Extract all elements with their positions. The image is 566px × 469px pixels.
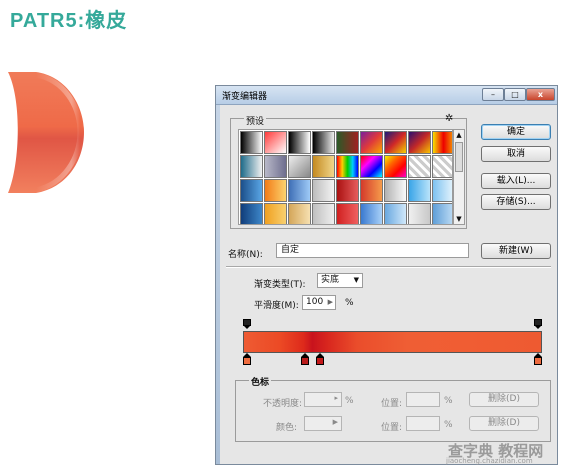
close-button[interactable]: x	[526, 88, 555, 101]
preset-swatch[interactable]	[408, 179, 431, 202]
opacity-label: 不透明度:	[263, 399, 303, 409]
opacity-field[interactable]: ▸	[304, 392, 342, 407]
preset-swatch[interactable]	[432, 155, 452, 178]
dialog-title: 渐变编辑器	[222, 92, 268, 102]
preset-swatch[interactable]	[288, 155, 311, 178]
preset-swatch[interactable]	[264, 203, 287, 224]
preset-swatch[interactable]	[360, 155, 383, 178]
new-button[interactable]: 新建(W)	[481, 243, 551, 259]
preset-swatch[interactable]	[384, 203, 407, 224]
preset-swatch[interactable]	[312, 179, 335, 202]
preset-swatch[interactable]	[360, 179, 383, 202]
preset-swatch[interactable]	[312, 131, 335, 154]
preset-swatch[interactable]	[360, 131, 383, 154]
preset-swatch[interactable]	[432, 131, 452, 154]
scroll-thumb[interactable]	[455, 142, 463, 172]
color-delete-button[interactable]: 删除(D)	[469, 416, 539, 431]
preset-swatch[interactable]	[264, 179, 287, 202]
preset-swatch[interactable]	[384, 179, 407, 202]
preset-swatch[interactable]	[312, 155, 335, 178]
preset-swatch[interactable]	[336, 131, 359, 154]
opacity-location-field[interactable]	[406, 392, 440, 407]
color-location-unit: %	[444, 420, 453, 430]
preset-swatch[interactable]	[264, 155, 287, 178]
preset-swatch[interactable]	[240, 155, 263, 178]
smoothness-unit: %	[345, 298, 354, 308]
watermark-url: jiaocheng.chazidian.com	[446, 457, 533, 465]
gradient-editor-dialog: 渐变编辑器 – □ x 预设 ✲ ▲ ▼ 确定 取消 载入(L)... 存储(S…	[215, 85, 558, 465]
preset-swatch[interactable]	[384, 131, 407, 154]
color-location-label: 位置:	[381, 423, 403, 433]
preset-swatch[interactable]	[408, 131, 431, 154]
preset-swatch[interactable]	[312, 203, 335, 224]
minimize-button[interactable]: –	[482, 88, 504, 101]
name-label: 名称(N):	[228, 250, 263, 260]
scroll-up-icon[interactable]: ▲	[454, 130, 464, 140]
preset-swatch[interactable]	[432, 179, 452, 202]
load-button[interactable]: 载入(L)...	[481, 173, 551, 189]
save-button[interactable]: 存储(S)...	[481, 194, 551, 210]
title-bar[interactable]: 渐变编辑器 – □ x	[216, 86, 557, 105]
divider	[226, 266, 551, 268]
color-stop[interactable]	[243, 353, 251, 366]
preset-swatch[interactable]	[336, 155, 359, 178]
color-swatch[interactable]: ▶	[304, 416, 342, 431]
color-stop[interactable]	[534, 353, 542, 366]
opacity-unit: %	[345, 396, 354, 406]
color-location-field[interactable]	[406, 416, 440, 431]
slider-arrow-icon[interactable]: ▶	[328, 296, 333, 309]
gradient-type-value: 实底	[321, 275, 340, 285]
preset-swatch[interactable]	[336, 203, 359, 224]
chevron-down-icon: ▼	[353, 276, 359, 284]
gradient-type-select[interactable]: 实底 ▼	[317, 273, 363, 288]
smoothness-label: 平滑度(M):	[254, 301, 299, 311]
opacity-delete-button[interactable]: 删除(D)	[469, 392, 539, 407]
preset-swatch[interactable]	[336, 179, 359, 202]
stops-label: 色标	[249, 375, 272, 388]
preset-swatch[interactable]	[384, 155, 407, 178]
color-stop-selected[interactable]	[301, 353, 310, 366]
color-stop[interactable]	[315, 353, 324, 366]
opacity-stop[interactable]	[243, 319, 251, 329]
preset-swatch[interactable]	[408, 155, 431, 178]
scroll-down-icon[interactable]: ▼	[454, 214, 464, 224]
preset-swatch[interactable]	[288, 131, 311, 154]
opacity-location-label: 位置:	[381, 399, 403, 409]
opacity-stop[interactable]	[534, 319, 542, 329]
opacity-arrow-icon[interactable]: ▸	[334, 394, 338, 402]
window-frame	[216, 105, 220, 464]
preset-swatch-grid	[238, 129, 453, 225]
preset-swatch[interactable]	[240, 179, 263, 202]
smoothness-value: 100	[306, 297, 324, 307]
gradient-type-label: 渐变类型(T):	[254, 280, 306, 290]
smoothness-field[interactable]: 100 ▶	[302, 295, 336, 310]
presets-label: 预设	[244, 114, 267, 127]
page-heading: PATR5:橡皮	[10, 10, 128, 32]
name-field[interactable]: 自定	[276, 243, 469, 258]
preset-swatch[interactable]	[432, 203, 452, 224]
preset-swatch[interactable]	[264, 131, 287, 154]
cancel-button[interactable]: 取消	[481, 146, 551, 162]
preset-swatch[interactable]	[240, 131, 263, 154]
maximize-button[interactable]: □	[504, 88, 526, 101]
opacity-location-unit: %	[444, 396, 453, 406]
color-arrow-icon[interactable]: ▶	[333, 418, 338, 426]
ok-button[interactable]: 确定	[481, 124, 551, 140]
gradient-preview-bar[interactable]	[243, 331, 542, 353]
preset-swatch[interactable]	[360, 203, 383, 224]
gear-icon[interactable]: ✲	[445, 114, 453, 124]
presets-scrollbar[interactable]: ▲ ▼	[453, 129, 465, 225]
preset-swatch[interactable]	[288, 203, 311, 224]
preset-swatch[interactable]	[288, 179, 311, 202]
preset-swatch[interactable]	[408, 203, 431, 224]
preset-swatch[interactable]	[240, 203, 263, 224]
color-label: 颜色:	[276, 423, 298, 433]
eraser-illustration	[8, 72, 84, 193]
